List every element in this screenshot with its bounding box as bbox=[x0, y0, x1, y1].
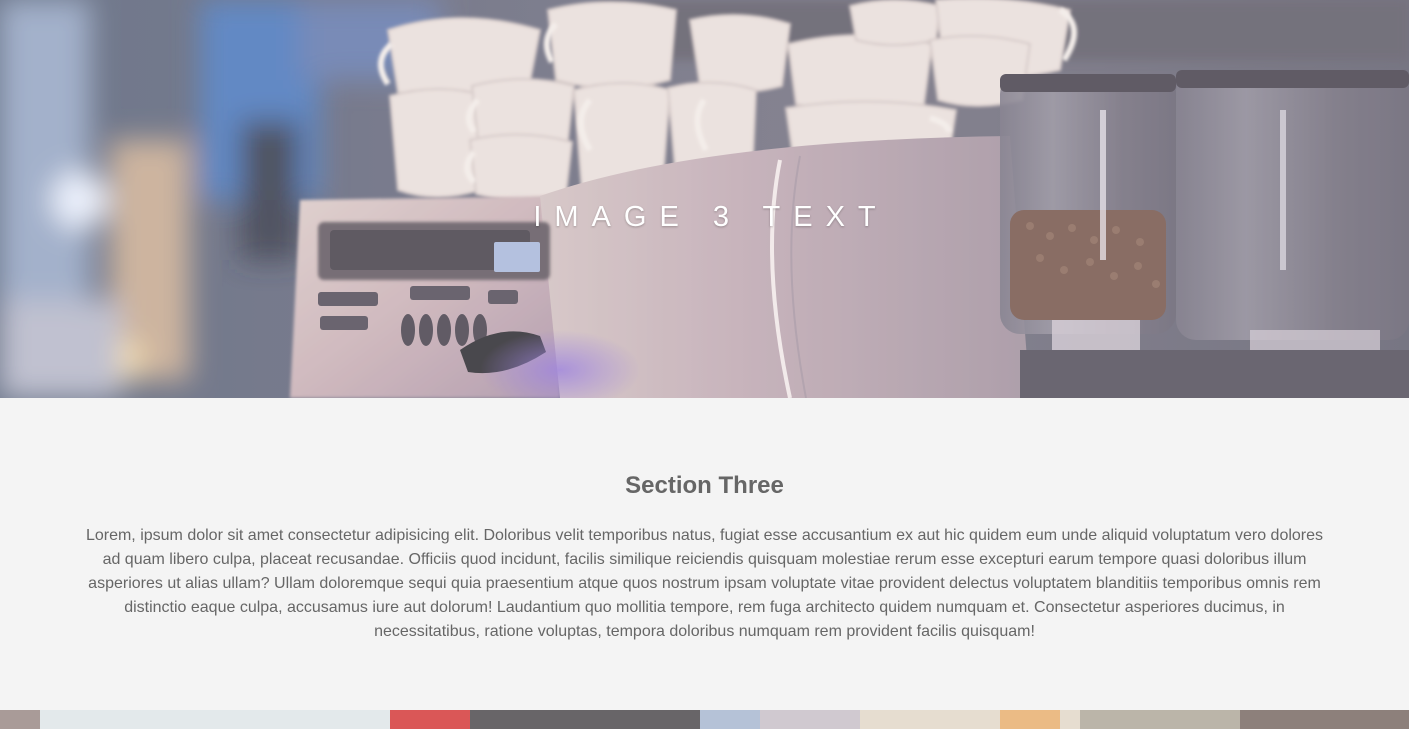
hero-caption: IMAGE 3 TEXT bbox=[533, 201, 889, 233]
next-section-photo bbox=[0, 710, 1409, 729]
section-title: Section Three bbox=[625, 472, 784, 499]
hero-image-section: IMAGE 3 TEXT bbox=[0, 0, 1409, 398]
next-image-strip bbox=[0, 710, 1409, 729]
section-three: Section Three Lorem, ipsum dolor sit ame… bbox=[0, 398, 1409, 710]
section-body-text: Lorem, ipsum dolor sit amet consectetur … bbox=[85, 527, 1324, 640]
